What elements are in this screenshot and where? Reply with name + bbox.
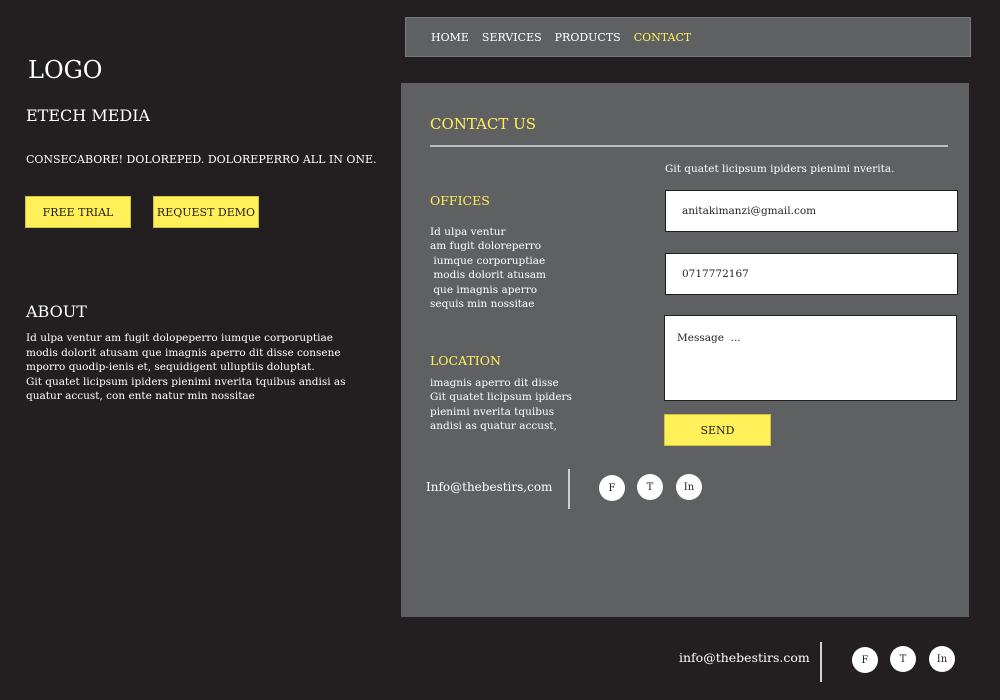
facebook-icon[interactable]: F (852, 647, 878, 673)
nav-products[interactable]: PRODUCTS (555, 31, 621, 44)
nav-services[interactable]: SERVICES (482, 31, 542, 44)
message-field[interactable] (664, 315, 957, 401)
tagline: CONSECABORE! DOLOREPED. DOLOREPERRO ALL … (26, 153, 377, 166)
linkedin-icon[interactable]: In (676, 474, 702, 500)
offices-line: modis dolorit atusam (430, 269, 546, 282)
send-button[interactable]: SEND (664, 414, 771, 446)
title-divider (430, 145, 948, 147)
twitter-icon[interactable]: T (637, 474, 663, 500)
offices-title: OFFICES (430, 193, 490, 208)
request-demo-button[interactable]: REQUEST DEMO (153, 196, 259, 228)
contact-email: Info@thebestirs,com (426, 480, 553, 494)
facebook-icon[interactable]: F (599, 475, 625, 501)
about-paragraph-1: Id ulpa ventur am fugit dolореperro iumq… (26, 332, 341, 374)
offices-line: sequis min nossitae (430, 298, 535, 311)
brand-name: ETECH MEDIA (26, 106, 151, 125)
offices-text: Id ulpa ventur am fugit doloreperro iumq… (430, 225, 546, 311)
offices-line: Id ulpa ventur (430, 226, 506, 238)
location-line: andisi as quatur accust, (430, 420, 557, 433)
linkedin-icon[interactable]: In (929, 646, 955, 672)
nav-home[interactable]: HOME (431, 31, 469, 44)
top-nav: HOME SERVICES PRODUCTS CONTACT (405, 17, 971, 57)
contact-title: CONTACT US (430, 115, 537, 133)
location-line: Git quatet licipsum ipiders (430, 391, 572, 404)
contact-panel: CONTACT US OFFICES Id ulpa ventur am fug… (401, 83, 969, 617)
about-title: ABOUT (26, 302, 87, 321)
offices-line: am fugit doloreperro (430, 240, 542, 253)
location-title: LOCATION (430, 353, 501, 368)
nav-contact[interactable]: CONTACT (634, 31, 692, 44)
about-paragraph-2: Git quatet licipsum ipiders pienimi nver… (26, 375, 346, 403)
location-text: imagnis aperro dit disse Git quatet lici… (430, 376, 572, 434)
offices-line: iumque corporuptiae (430, 254, 546, 267)
phone-field[interactable] (665, 253, 958, 295)
email-field[interactable] (665, 190, 958, 232)
offices-line: que imagnis aperro (430, 283, 538, 296)
location-line: pienimi nverita tquibus (430, 405, 555, 418)
twitter-icon[interactable]: T (890, 646, 916, 672)
footer-divider (820, 642, 822, 682)
about-text: Id ulpa ventur am fugit dolореperro iumq… (26, 331, 361, 404)
free-trial-button[interactable]: FREE TRIAL (25, 196, 131, 228)
form-intro: Git quatet licipsum ipiders pienimi nver… (665, 163, 895, 175)
location-line: imagnis aperro dit disse (430, 377, 559, 389)
logo: LOGO (28, 56, 103, 84)
footer-email[interactable]: info@thebestirs.com (679, 650, 810, 665)
vertical-divider (568, 469, 570, 509)
